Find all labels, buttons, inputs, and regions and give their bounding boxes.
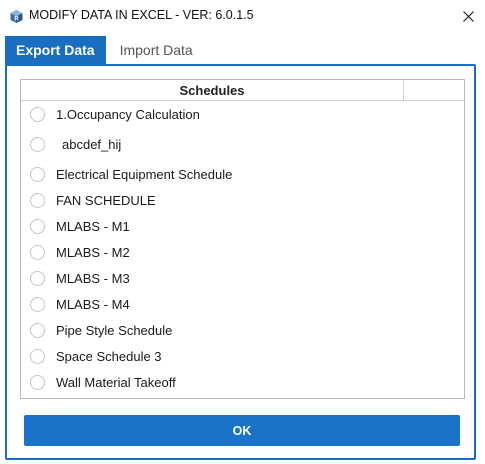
schedule-row[interactable]: FAN SCHEDULE	[21, 187, 464, 213]
revit-cube-icon: R	[10, 10, 23, 23]
schedule-row[interactable]: Wall Material Takeoff	[21, 369, 464, 395]
title-bar: R MODIFY DATA IN EXCEL - VER: 6.0.1.5	[0, 0, 485, 32]
schedule-row[interactable]: MLABS - M2	[21, 239, 464, 265]
radio-button[interactable]	[30, 322, 45, 338]
close-button[interactable]	[455, 4, 481, 28]
schedule-label: MLABS - M3	[56, 270, 130, 286]
schedule-label: Pipe Style Schedule	[56, 322, 173, 338]
schedules-grid: Schedules 1.Occupancy Calculation abcdef…	[20, 79, 465, 399]
schedule-label: FAN SCHEDULE	[56, 192, 156, 208]
schedule-row[interactable]: Space Schedule 3	[21, 343, 464, 369]
radio-button[interactable]	[30, 270, 45, 286]
radio-button[interactable]	[30, 374, 45, 390]
schedule-label: Wall Material Takeoff	[56, 374, 176, 390]
radio-button[interactable]	[30, 166, 45, 182]
schedule-row[interactable]: Electrical Equipment Schedule	[21, 161, 464, 187]
schedule-label: Electrical Equipment Schedule	[56, 166, 233, 182]
tab-import-data[interactable]: Import Data	[106, 36, 207, 64]
radio-button[interactable]	[30, 244, 45, 260]
radio-button[interactable]	[30, 106, 45, 122]
tab-bar: Export Data Import Data	[5, 36, 207, 64]
radio-button[interactable]	[30, 136, 45, 152]
svg-text:R: R	[14, 17, 19, 23]
radio-button[interactable]	[30, 296, 45, 312]
schedule-label: 1.Occupancy Calculation	[56, 106, 200, 122]
radio-button[interactable]	[30, 192, 45, 208]
schedule-row[interactable]: 1.Occupancy Calculation	[21, 101, 464, 127]
schedule-list: 1.Occupancy Calculation abcdef_hij Elect…	[21, 101, 464, 395]
ok-button[interactable]: OK	[24, 415, 460, 446]
schedule-label: MLABS - M1	[56, 218, 130, 234]
window-title: MODIFY DATA IN EXCEL - VER: 6.0.1.5	[29, 8, 254, 22]
close-icon	[462, 10, 474, 22]
schedule-row[interactable]: MLABS - M1	[21, 213, 464, 239]
schedule-row[interactable]: MLABS - M3	[21, 265, 464, 291]
grid-header: Schedules	[21, 80, 464, 101]
schedule-row[interactable]: abcdef_hij	[21, 127, 464, 161]
radio-button[interactable]	[30, 348, 45, 364]
schedule-label: MLABS - M2	[56, 244, 130, 260]
schedule-row[interactable]: MLABS - M4	[21, 291, 464, 317]
schedule-label: Space Schedule 3	[56, 348, 162, 364]
tab-export-data[interactable]: Export Data	[5, 36, 106, 64]
column-header-schedules[interactable]: Schedules	[21, 80, 404, 100]
radio-button[interactable]	[30, 218, 45, 234]
schedule-label: MLABS - M4	[56, 296, 130, 312]
schedule-label: abcdef_hij	[62, 136, 122, 152]
schedule-row[interactable]: Pipe Style Schedule	[21, 317, 464, 343]
